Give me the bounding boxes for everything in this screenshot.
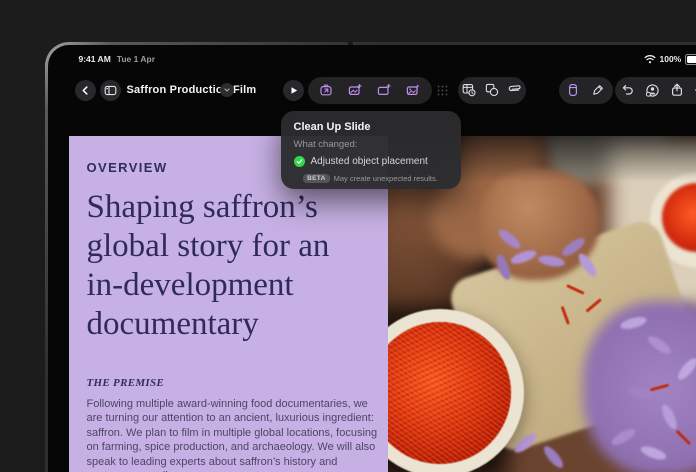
status-time: 9:41 AM (79, 54, 111, 64)
collaborate-icon (645, 83, 660, 98)
eraser-icon (566, 83, 580, 97)
beta-note: May create unexpected results. (334, 174, 438, 183)
slide-section-label[interactable]: THE PREMISE (87, 377, 374, 389)
table-clock-icon (462, 83, 476, 97)
grid-icon (436, 84, 449, 97)
document-title[interactable]: Saffron Production Film (127, 84, 257, 96)
shapes-icon (485, 83, 499, 97)
status-date: Tue 1 Apr (117, 54, 155, 64)
screen: 9:41 AM Tue 1 Apr 100% Saffron Productio… (48, 45, 696, 472)
battery-percent: 100% (660, 54, 682, 64)
table-chart-button[interactable] (458, 79, 480, 101)
grid-button[interactable] (432, 80, 454, 102)
eraser-tool-button[interactable] (562, 79, 584, 101)
status-bar: 9:41 AM Tue 1 Apr 100% (48, 54, 696, 68)
clean-up-slide-button[interactable] (315, 79, 337, 101)
undo-icon (621, 83, 635, 97)
back-button[interactable] (75, 80, 96, 101)
document-title-menu-button[interactable] (220, 83, 234, 97)
ai-tools-group (308, 77, 432, 104)
share-icon (670, 83, 684, 97)
chevron-down-icon (223, 86, 231, 94)
add-slide-ai-button[interactable] (373, 79, 395, 101)
insert-tools-group (458, 77, 526, 104)
photo-sparkle-icon (406, 83, 420, 97)
image-ai-button[interactable] (344, 79, 366, 101)
popover-title: Clean Up Slide (294, 121, 448, 133)
slide-title-line: global story for an (87, 227, 374, 266)
ipad-device: 9:41 AM Tue 1 Apr 100% Saffron Productio… (45, 42, 696, 472)
draw-tools-group (559, 77, 613, 104)
slide-plus-icon (377, 83, 391, 97)
popover-change-item: Adjusted object placement (311, 156, 428, 167)
slide-body-text[interactable]: Following multiple award-winning food do… (87, 397, 379, 472)
chevron-left-icon (80, 85, 91, 96)
collaborate-button[interactable] (641, 79, 663, 101)
beta-badge: BETA (303, 174, 329, 184)
actions-group (615, 77, 696, 104)
shapes-button[interactable] (481, 79, 503, 101)
image-sparkle-icon (348, 83, 362, 97)
toolbar: Saffron Production Film (48, 77, 696, 107)
marker-tool-button[interactable] (587, 79, 609, 101)
slide-title-line: Shaping saffron’s (87, 188, 374, 227)
marker-icon (591, 83, 605, 97)
play-icon (288, 85, 299, 96)
play-button[interactable] (283, 80, 304, 101)
sidebar-navigator-icon (104, 84, 117, 97)
battery-icon (685, 54, 696, 65)
checkmark-icon (294, 156, 305, 167)
attachment-button[interactable] (503, 79, 525, 101)
share-button[interactable] (666, 79, 688, 101)
clean-up-slide-popover: Clean Up Slide What changed: Adjusted ob… (281, 111, 461, 189)
popover-subtitle: What changed: (294, 139, 448, 150)
slide-title[interactable]: Shaping saffron’s global story for an in… (87, 188, 374, 344)
paperclip-icon (507, 83, 521, 97)
wifi-icon (644, 54, 656, 64)
photo-ai-button[interactable] (402, 79, 424, 101)
slide-title-line: in-development (87, 266, 374, 305)
more-button[interactable] (690, 79, 696, 101)
undo-button[interactable] (617, 79, 639, 101)
slide-navigator-button[interactable] (100, 80, 121, 101)
slide-title-line: documentary (87, 305, 374, 344)
clean-up-icon (319, 83, 333, 97)
